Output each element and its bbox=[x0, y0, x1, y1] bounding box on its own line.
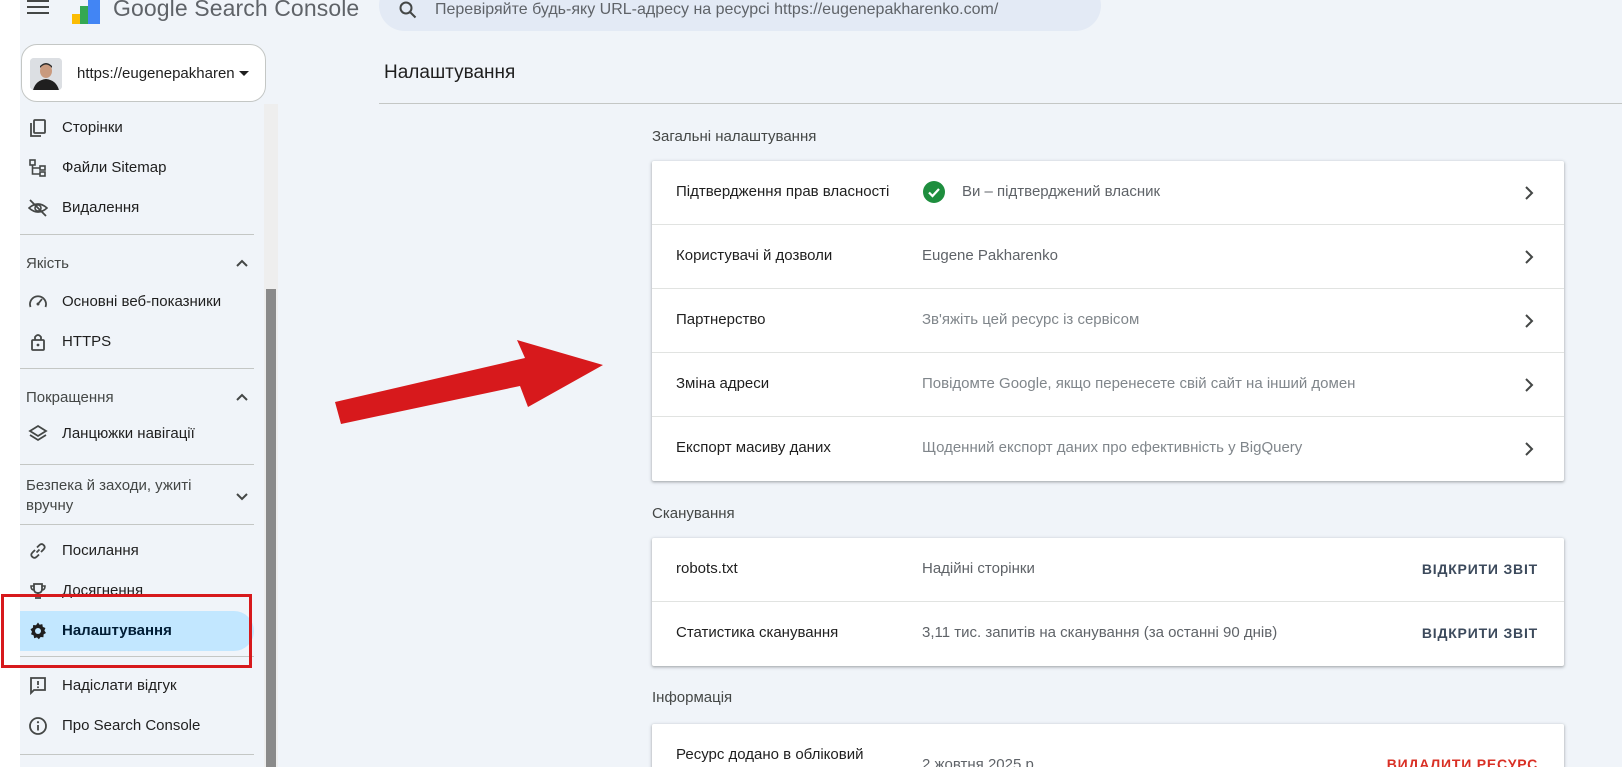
section-header-enhancements[interactable]: Покращення bbox=[20, 386, 254, 410]
row-value: Eugene Pakharenko bbox=[922, 247, 1058, 264]
sidebar-item-label: Файли Sitemap bbox=[62, 159, 167, 176]
sidebar-item-about[interactable]: Про Search Console bbox=[20, 706, 254, 746]
app-title: Google Search Console bbox=[113, 0, 360, 21]
sidebar-item-sitemaps[interactable]: Файли Sitemap bbox=[20, 148, 254, 188]
settings-row-users[interactable]: Користувачі й дозволи Eugene Pakharenko bbox=[652, 225, 1564, 289]
sidebar-item-label: Ланцюжки навігації bbox=[62, 425, 195, 442]
row-value: Зв'яжіть цей ресурс із сервісом bbox=[922, 311, 1140, 328]
row-label: Зміна адреси bbox=[676, 375, 770, 392]
settings-highlight-annotation bbox=[1, 594, 252, 668]
row-label: robots.txt bbox=[676, 560, 738, 577]
row-label: Статистика сканування bbox=[676, 624, 839, 641]
row-value: Ви – підтверджений власник bbox=[962, 183, 1161, 200]
general-settings-card: Підтвердження прав власності Ви – підтве… bbox=[652, 161, 1564, 481]
info-icon bbox=[29, 717, 47, 735]
row-label: Експорт масиву даних bbox=[676, 439, 831, 456]
settings-row-bulk-export[interactable]: Експорт масиву даних Щоденний експорт да… bbox=[652, 417, 1564, 481]
removals-icon bbox=[28, 199, 48, 217]
verified-check-icon bbox=[923, 181, 945, 203]
sidebar-divider bbox=[20, 368, 254, 369]
page-title: Налаштування bbox=[384, 62, 516, 83]
sidebar-item-https[interactable]: HTTPS bbox=[20, 322, 254, 362]
sidebar-scrollbar-thumb[interactable] bbox=[266, 289, 276, 767]
group-title-crawling: Сканування bbox=[652, 505, 735, 522]
sidebar-item-label: HTTPS bbox=[62, 333, 112, 350]
sidebar-item-links[interactable]: Посилання bbox=[20, 531, 254, 571]
chevron-up-icon[interactable] bbox=[234, 256, 250, 272]
property-url: https://eugenepakharen bbox=[77, 65, 235, 82]
section-title: Покращення bbox=[26, 389, 114, 406]
search-icon bbox=[399, 1, 417, 19]
sidebar-item-core-web-vitals[interactable]: Основні веб-показники bbox=[20, 282, 254, 322]
crawling-card: robots.txt Надійні сторінки ВІДКРИТИ ЗВІ… bbox=[652, 538, 1564, 666]
chevron-down-icon[interactable] bbox=[234, 488, 250, 504]
pages-icon bbox=[30, 119, 46, 137]
chevron-right-icon bbox=[1525, 314, 1534, 328]
sidebar-item-label: Основні веб-показники bbox=[62, 293, 222, 310]
row-value: Щоденний експорт даних про ефективність … bbox=[922, 439, 1303, 456]
sitemap-icon bbox=[29, 159, 46, 177]
section-title: Безпека й заходи, ужиті вручну bbox=[26, 477, 192, 514]
row-label: Партнерство bbox=[676, 311, 766, 328]
search-console-logo-icon bbox=[72, 0, 100, 24]
row-value: 3,11 тис. запитів на сканування (за оста… bbox=[922, 624, 1278, 641]
open-report-button[interactable]: ВІДКРИТИ ЗВІТ bbox=[1422, 561, 1538, 577]
chevron-up-icon[interactable] bbox=[234, 390, 250, 406]
section-header-quality[interactable]: Якість bbox=[20, 252, 254, 276]
caret-down-icon bbox=[239, 71, 249, 76]
settings-row-property-added: Ресурс додано в обліковий 2 жовтня 2025 … bbox=[652, 724, 1564, 767]
group-title-general: Загальні налаштування bbox=[652, 128, 817, 145]
settings-row-associations[interactable]: Партнерство Зв'яжіть цей ресурс із серві… bbox=[652, 289, 1564, 353]
chevron-right-icon bbox=[1525, 186, 1534, 200]
sidebar-item-label: Видалення bbox=[62, 199, 140, 216]
link-icon bbox=[30, 543, 46, 559]
speedometer-icon bbox=[29, 295, 47, 308]
sidebar-item-feedback[interactable]: Надіслати відгук bbox=[20, 666, 254, 706]
property-selector[interactable]: https://eugenepakharen bbox=[21, 44, 266, 102]
about-card: Ресурс додано в обліковий 2 жовтня 2025 … bbox=[652, 724, 1564, 767]
row-value: 2 жовтня 2025 р. bbox=[922, 756, 1039, 767]
sidebar-item-pages[interactable]: Сторінки bbox=[20, 108, 254, 148]
row-label: Користувачі й дозволи bbox=[676, 247, 833, 264]
chevron-right-icon bbox=[1525, 378, 1534, 392]
sidebar-divider bbox=[20, 524, 254, 525]
remove-property-button[interactable]: ВИДАЛИТИ РЕСУРС bbox=[1387, 756, 1538, 767]
url-inspection-search[interactable] bbox=[379, 0, 1101, 31]
sidebar-divider bbox=[20, 464, 254, 465]
sidebar-item-label: Про Search Console bbox=[62, 717, 201, 734]
hamburger-menu-icon[interactable] bbox=[27, 0, 49, 16]
sidebar-item-removals[interactable]: Видалення bbox=[20, 188, 254, 228]
url-inspection-input[interactable] bbox=[435, 0, 1075, 23]
row-value: Надійні сторінки bbox=[922, 560, 1035, 577]
title-divider bbox=[379, 103, 1622, 104]
chevron-right-icon bbox=[1525, 442, 1534, 456]
red-arrow-annotation bbox=[335, 340, 603, 424]
row-value: Повідомте Google, якщо перенесете свій с… bbox=[922, 375, 1356, 392]
sidebar-divider bbox=[20, 754, 254, 755]
layers-icon bbox=[28, 424, 48, 442]
row-label: Ресурс додано в обліковий bbox=[676, 746, 864, 763]
feedback-icon bbox=[30, 677, 46, 696]
section-header-security[interactable]: Безпека й заходи, ужиті вручну bbox=[20, 474, 254, 518]
lock-icon bbox=[31, 334, 45, 351]
section-title: Якість bbox=[26, 255, 69, 272]
sidebar-item-label: Сторінки bbox=[62, 119, 123, 136]
property-avatar bbox=[30, 58, 62, 90]
open-report-button[interactable]: ВІДКРИТИ ЗВІТ bbox=[1422, 625, 1538, 641]
group-title-about: Інформація bbox=[652, 689, 733, 706]
settings-row-ownership[interactable]: Підтвердження прав власності Ви – підтве… bbox=[652, 161, 1564, 225]
settings-row-change-address[interactable]: Зміна адреси Повідомте Google, якщо пере… bbox=[652, 353, 1564, 417]
chevron-right-icon bbox=[1525, 250, 1534, 264]
row-label: Підтвердження прав власності bbox=[676, 183, 890, 200]
sidebar-item-breadcrumbs[interactable]: Ланцюжки навігації bbox=[20, 414, 254, 454]
sidebar-divider bbox=[20, 234, 254, 235]
settings-row-crawl-stats: Статистика сканування 3,11 тис. запитів … bbox=[652, 602, 1564, 666]
sidebar-item-label: Надіслати відгук bbox=[62, 677, 177, 694]
sidebar-item-label: Посилання bbox=[62, 542, 139, 559]
settings-row-robots: robots.txt Надійні сторінки ВІДКРИТИ ЗВІ… bbox=[652, 538, 1564, 602]
